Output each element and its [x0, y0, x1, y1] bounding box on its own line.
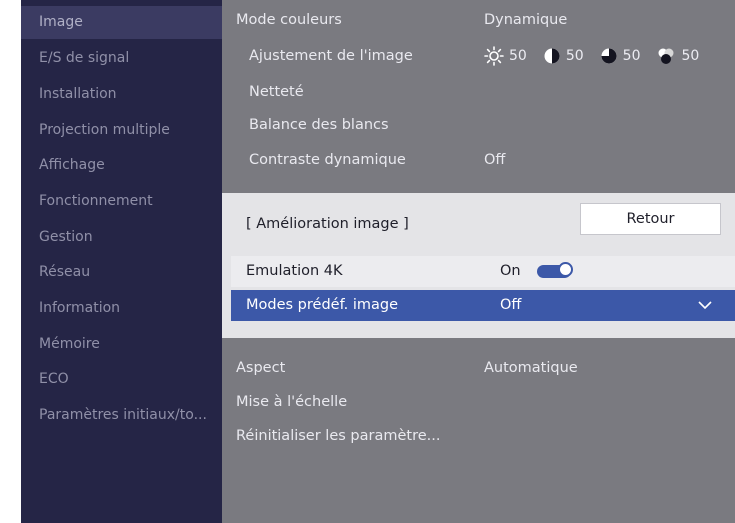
- dynamic-contrast-value: Off: [484, 152, 506, 168]
- dialog-title: [ Amélioration image ]: [246, 216, 409, 232]
- preset-modes-row[interactable]: Modes prédéf. image Off: [231, 290, 735, 321]
- brightness-value: 50: [509, 48, 527, 64]
- image-adjust-values: 50 50 50 50: [484, 39, 699, 73]
- sidebar-item-image[interactable]: Image: [21, 6, 222, 39]
- dynamic-contrast-label: Contraste dynamique: [249, 152, 406, 168]
- sidebar-item-installation[interactable]: Installation: [21, 78, 222, 111]
- toggle-knob: [558, 262, 573, 277]
- color-mode-row[interactable]: Mode couleurs Dynamique: [222, 3, 735, 37]
- sidebar-item-signal-io[interactable]: E/S de signal: [21, 42, 222, 75]
- emulation-4k-toggle[interactable]: [537, 262, 573, 278]
- sidebar-item-initial-settings[interactable]: Paramètres initiaux/to...: [21, 399, 222, 432]
- back-button[interactable]: Retour: [580, 203, 721, 235]
- preset-modes-value: Off: [500, 297, 522, 313]
- scaling-row[interactable]: Mise à l'échelle: [222, 385, 735, 419]
- sidebar-item-display[interactable]: Affichage: [21, 149, 222, 182]
- sidebar-item-management[interactable]: Gestion: [21, 221, 222, 254]
- emulation-4k-label: Emulation 4K: [246, 263, 343, 279]
- sidebar-item-memory[interactable]: Mémoire: [21, 328, 222, 361]
- contrast-value: 50: [565, 48, 584, 64]
- preset-modes-label: Modes prédéf. image: [246, 297, 398, 313]
- tint-value: 50: [681, 48, 700, 64]
- reset-label: Réinitialiser les paramètre...: [236, 428, 441, 444]
- image-adjust-row[interactable]: Ajustement de l'image 50 50 50 50: [222, 39, 735, 73]
- chevron-down-icon[interactable]: [697, 298, 713, 312]
- image-enhancement-dialog: [ Amélioration image ] Retour Emulation …: [222, 193, 735, 338]
- sidebar-item-information[interactable]: Information: [21, 292, 222, 325]
- emulation-4k-value: On: [500, 263, 521, 279]
- sharpness-label: Netteté: [249, 84, 304, 100]
- reset-row[interactable]: Réinitialiser les paramètre...: [222, 419, 735, 453]
- brightness-icon: [484, 46, 504, 66]
- scaling-label: Mise à l'échelle: [236, 394, 348, 410]
- saturation-icon: [601, 48, 617, 64]
- sidebar-item-multi-projection[interactable]: Projection multiple: [21, 114, 222, 147]
- color-mode-value: Dynamique: [484, 12, 568, 28]
- sidebar-item-eco[interactable]: ECO: [21, 363, 222, 396]
- white-balance-row[interactable]: Balance des blancs: [222, 108, 735, 142]
- dynamic-contrast-row[interactable]: Contraste dynamique Off: [222, 143, 735, 177]
- emulation-4k-row[interactable]: Emulation 4K On: [231, 256, 735, 287]
- color-mode-label: Mode couleurs: [236, 12, 342, 28]
- aspect-label: Aspect: [236, 360, 286, 376]
- sidebar-item-network[interactable]: Réseau: [21, 256, 222, 289]
- projector-menu-screen: Image E/S de signal Installation Project…: [21, 0, 735, 523]
- sharpness-row[interactable]: Netteté: [222, 75, 735, 109]
- saturation-value: 50: [622, 48, 641, 64]
- aspect-value: Automatique: [484, 360, 578, 376]
- sidebar: Image E/S de signal Installation Project…: [21, 0, 222, 523]
- aspect-row[interactable]: Aspect Automatique: [222, 351, 735, 385]
- tint-icon: [658, 48, 674, 64]
- sidebar-item-operation[interactable]: Fonctionnement: [21, 185, 222, 218]
- image-adjust-label: Ajustement de l'image: [249, 48, 413, 64]
- white-balance-label: Balance des blancs: [249, 117, 389, 133]
- contrast-icon: [544, 48, 560, 64]
